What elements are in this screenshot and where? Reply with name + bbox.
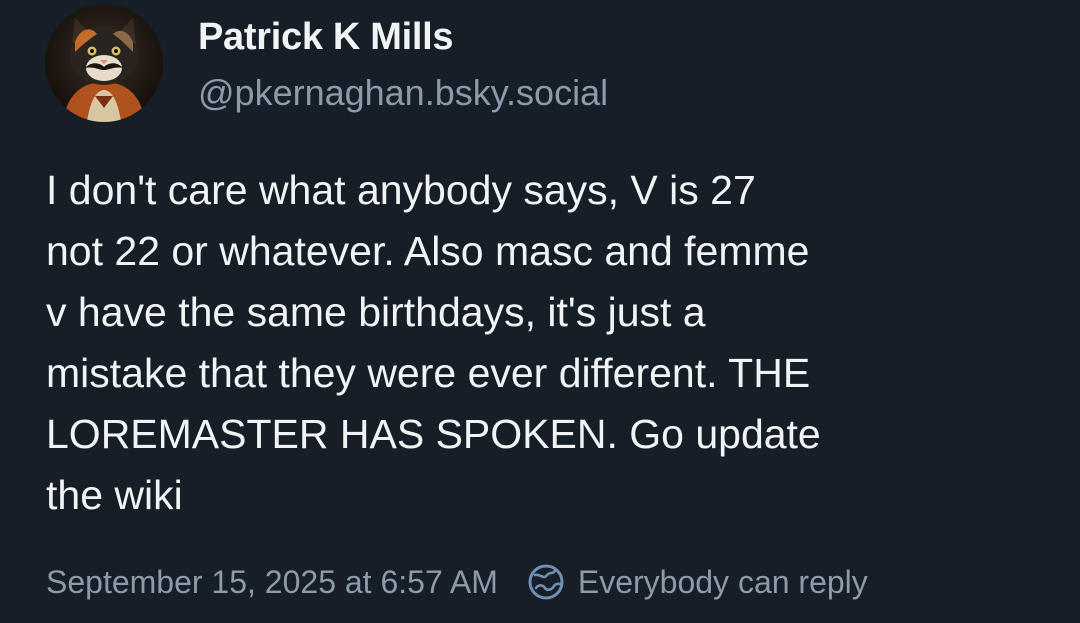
reply-setting-label: Everybody can reply	[577, 563, 868, 600]
post-text: I don't care what anybody says, V is 27 …	[46, 167, 821, 518]
author-handle[interactable]: @pkernaghan.bsky.social	[198, 72, 608, 114]
globe-icon	[526, 562, 566, 602]
post-meta: September 15, 2025 at 6:57 AM Everybody …	[46, 560, 868, 604]
author-display-name[interactable]: Patrick K Mills	[198, 16, 454, 59]
author-avatar[interactable]	[45, 4, 163, 122]
post-timestamp[interactable]: September 15, 2025 at 6:57 AM	[46, 564, 498, 601]
post-card: Patrick K Mills @pkernaghan.bsky.social …	[0, 0, 1080, 623]
avatar-image	[45, 4, 163, 122]
reply-setting[interactable]: Everybody can reply	[526, 562, 868, 602]
